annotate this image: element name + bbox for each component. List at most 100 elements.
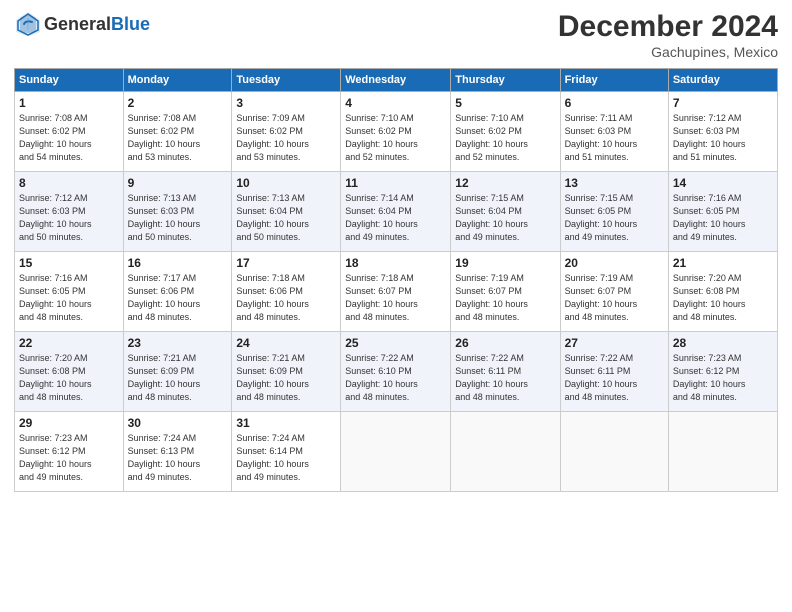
month-title: December 2024	[558, 10, 778, 44]
day-number: 20	[565, 256, 664, 270]
day-number: 4	[345, 96, 446, 110]
day-cell: 1 Sunrise: 7:08 AM Sunset: 6:02 PM Daylig…	[15, 92, 124, 172]
day-number: 23	[128, 336, 228, 350]
day-info: Sunrise: 7:17 AM Sunset: 6:06 PM Dayligh…	[128, 272, 228, 324]
day-cell: 15 Sunrise: 7:16 AM Sunset: 6:05 PM Dayli…	[15, 252, 124, 332]
day-cell	[451, 412, 560, 492]
day-number: 19	[455, 256, 555, 270]
week-row-2: 8 Sunrise: 7:12 AM Sunset: 6:03 PM Daylig…	[15, 172, 778, 252]
day-cell: 20Sunrise: 7:19 AM Sunset: 6:07 PM Dayli…	[560, 252, 668, 332]
day-cell: 12 Sunrise: 7:15 AM Sunset: 6:04 PM Dayli…	[451, 172, 560, 252]
day-cell: 5Sunrise: 7:10 AM Sunset: 6:02 PM Daylig…	[451, 92, 560, 172]
day-info: Sunrise: 7:23 AM Sunset: 6:12 PM Dayligh…	[673, 352, 773, 404]
day-cell: 3 Sunrise: 7:09 AM Sunset: 6:02 PM Daylig…	[232, 92, 341, 172]
day-number: 10	[236, 176, 336, 190]
weekday-header-friday: Friday	[560, 69, 668, 92]
day-number: 30	[128, 416, 228, 430]
day-number: 24	[236, 336, 336, 350]
day-info: Sunrise: 7:18 AM Sunset: 6:07 PM Dayligh…	[345, 272, 446, 324]
title-block: December 2024 Gachupines, Mexico	[558, 10, 778, 60]
day-cell: 8 Sunrise: 7:12 AM Sunset: 6:03 PM Daylig…	[15, 172, 124, 252]
day-info: Sunrise: 7:13 AM Sunset: 6:03 PM Dayligh…	[128, 192, 228, 244]
logo-icon	[14, 10, 42, 38]
day-cell: 2 Sunrise: 7:08 AM Sunset: 6:02 PM Daylig…	[123, 92, 232, 172]
day-cell: 7Sunrise: 7:12 AM Sunset: 6:03 PM Daylig…	[668, 92, 777, 172]
day-info: Sunrise: 7:12 AM Sunset: 6:03 PM Dayligh…	[19, 192, 119, 244]
day-cell: 9 Sunrise: 7:13 AM Sunset: 6:03 PM Daylig…	[123, 172, 232, 252]
logo-general: General	[44, 14, 111, 35]
day-cell: 26 Sunrise: 7:22 AM Sunset: 6:11 PM Dayli…	[451, 332, 560, 412]
day-cell: 31Sunrise: 7:24 AM Sunset: 6:14 PM Dayli…	[232, 412, 341, 492]
day-number: 16	[128, 256, 228, 270]
weekday-header-wednesday: Wednesday	[341, 69, 451, 92]
day-cell: 6 Sunrise: 7:11 AM Sunset: 6:03 PM Daylig…	[560, 92, 668, 172]
day-number: 2	[128, 96, 228, 110]
day-number: 18	[345, 256, 446, 270]
day-number: 29	[19, 416, 119, 430]
day-number: 3	[236, 96, 336, 110]
logo: General Blue	[14, 10, 150, 38]
day-info: Sunrise: 7:16 AM Sunset: 6:05 PM Dayligh…	[673, 192, 773, 244]
day-number: 27	[565, 336, 664, 350]
week-row-4: 22 Sunrise: 7:20 AM Sunset: 6:08 PM Dayli…	[15, 332, 778, 412]
day-cell: 29 Sunrise: 7:23 AM Sunset: 6:12 PM Dayli…	[15, 412, 124, 492]
day-number: 21	[673, 256, 773, 270]
day-number: 8	[19, 176, 119, 190]
day-info: Sunrise: 7:16 AM Sunset: 6:05 PM Dayligh…	[19, 272, 119, 324]
day-number: 28	[673, 336, 773, 350]
day-number: 25	[345, 336, 446, 350]
week-row-1: 1 Sunrise: 7:08 AM Sunset: 6:02 PM Daylig…	[15, 92, 778, 172]
day-number: 22	[19, 336, 119, 350]
day-number: 26	[455, 336, 555, 350]
weekday-header-tuesday: Tuesday	[232, 69, 341, 92]
day-info: Sunrise: 7:23 AM Sunset: 6:12 PM Dayligh…	[19, 432, 119, 484]
day-cell	[560, 412, 668, 492]
weekday-header-monday: Monday	[123, 69, 232, 92]
day-info: Sunrise: 7:08 AM Sunset: 6:02 PM Dayligh…	[19, 112, 119, 164]
day-info: Sunrise: 7:21 AM Sunset: 6:09 PM Dayligh…	[128, 352, 228, 404]
day-info: Sunrise: 7:14 AM Sunset: 6:04 PM Dayligh…	[345, 192, 446, 244]
page-container: General Blue December 2024 Gachupines, M…	[0, 0, 792, 500]
day-info: Sunrise: 7:24 AM Sunset: 6:13 PM Dayligh…	[128, 432, 228, 484]
day-info: Sunrise: 7:22 AM Sunset: 6:11 PM Dayligh…	[455, 352, 555, 404]
day-cell: 13 Sunrise: 7:15 AM Sunset: 6:05 PM Dayli…	[560, 172, 668, 252]
day-number: 11	[345, 176, 446, 190]
day-number: 14	[673, 176, 773, 190]
day-cell: 21Sunrise: 7:20 AM Sunset: 6:08 PM Dayli…	[668, 252, 777, 332]
day-number: 12	[455, 176, 555, 190]
day-cell: 4 Sunrise: 7:10 AM Sunset: 6:02 PM Daylig…	[341, 92, 451, 172]
day-info: Sunrise: 7:13 AM Sunset: 6:04 PM Dayligh…	[236, 192, 336, 244]
day-number: 13	[565, 176, 664, 190]
day-cell: 18 Sunrise: 7:18 AM Sunset: 6:07 PM Dayli…	[341, 252, 451, 332]
day-cell: 11 Sunrise: 7:14 AM Sunset: 6:04 PM Dayli…	[341, 172, 451, 252]
day-info: Sunrise: 7:08 AM Sunset: 6:02 PM Dayligh…	[128, 112, 228, 164]
day-cell	[341, 412, 451, 492]
header: General Blue December 2024 Gachupines, M…	[14, 10, 778, 60]
day-cell: 27Sunrise: 7:22 AM Sunset: 6:11 PM Dayli…	[560, 332, 668, 412]
day-cell: 25Sunrise: 7:22 AM Sunset: 6:10 PM Dayli…	[341, 332, 451, 412]
day-info: Sunrise: 7:09 AM Sunset: 6:02 PM Dayligh…	[236, 112, 336, 164]
day-cell: 24Sunrise: 7:21 AM Sunset: 6:09 PM Dayli…	[232, 332, 341, 412]
day-cell: 22 Sunrise: 7:20 AM Sunset: 6:08 PM Dayli…	[15, 332, 124, 412]
day-info: Sunrise: 7:10 AM Sunset: 6:02 PM Dayligh…	[345, 112, 446, 164]
day-number: 17	[236, 256, 336, 270]
day-cell: 30 Sunrise: 7:24 AM Sunset: 6:13 PM Dayli…	[123, 412, 232, 492]
day-number: 5	[455, 96, 555, 110]
day-info: Sunrise: 7:15 AM Sunset: 6:05 PM Dayligh…	[565, 192, 664, 244]
day-info: Sunrise: 7:20 AM Sunset: 6:08 PM Dayligh…	[19, 352, 119, 404]
day-cell: 28 Sunrise: 7:23 AM Sunset: 6:12 PM Dayli…	[668, 332, 777, 412]
day-cell: 23 Sunrise: 7:21 AM Sunset: 6:09 PM Dayli…	[123, 332, 232, 412]
day-number: 9	[128, 176, 228, 190]
day-number: 6	[565, 96, 664, 110]
day-info: Sunrise: 7:24 AM Sunset: 6:14 PM Dayligh…	[236, 432, 336, 484]
day-number: 1	[19, 96, 119, 110]
weekday-header-row: SundayMondayTuesdayWednesdayThursdayFrid…	[15, 69, 778, 92]
day-number: 15	[19, 256, 119, 270]
day-cell: 16 Sunrise: 7:17 AM Sunset: 6:06 PM Dayli…	[123, 252, 232, 332]
day-cell: 17Sunrise: 7:18 AM Sunset: 6:06 PM Dayli…	[232, 252, 341, 332]
day-info: Sunrise: 7:15 AM Sunset: 6:04 PM Dayligh…	[455, 192, 555, 244]
location: Gachupines, Mexico	[558, 44, 778, 60]
logo-blue: Blue	[111, 14, 150, 35]
day-info: Sunrise: 7:11 AM Sunset: 6:03 PM Dayligh…	[565, 112, 664, 164]
week-row-5: 29 Sunrise: 7:23 AM Sunset: 6:12 PM Dayli…	[15, 412, 778, 492]
